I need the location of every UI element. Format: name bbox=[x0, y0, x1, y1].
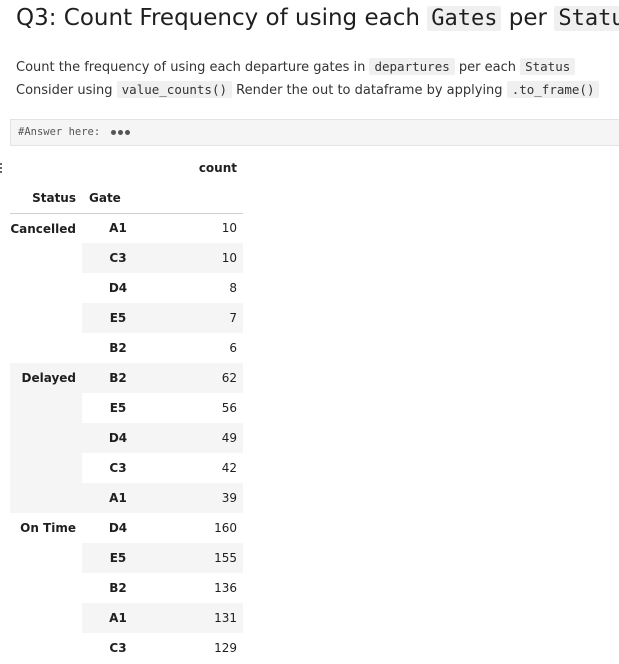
heading-code-status: Status bbox=[554, 6, 619, 31]
inline-code-value-counts: value_counts() bbox=[116, 81, 232, 98]
row-index-gate: E5 bbox=[82, 543, 154, 573]
count-cell: 62 bbox=[154, 363, 243, 393]
row-index-gate: A1 bbox=[82, 483, 154, 513]
heading-text-per: per bbox=[508, 5, 548, 31]
inline-code-departures: departures bbox=[369, 58, 455, 75]
count-cell: 10 bbox=[154, 243, 243, 273]
instruction-line-1: Count the frequency of using each depart… bbox=[16, 57, 576, 78]
row-index-gate: D4 bbox=[82, 423, 154, 453]
table-row: Cancelled A1 10 bbox=[10, 213, 243, 243]
collapsed-more-icon[interactable] bbox=[110, 129, 130, 135]
row-index-gate: A1 bbox=[109, 221, 127, 236]
code-cell-text: #Answer here: bbox=[18, 126, 130, 138]
code-comment: #Answer here: bbox=[18, 126, 101, 138]
row-index-gate: C3 bbox=[82, 243, 154, 273]
row-index-gate: B2 bbox=[109, 341, 127, 355]
count-cell: 6 bbox=[229, 341, 237, 355]
instruction-line-2: Consider using value_counts() Render the… bbox=[16, 80, 600, 101]
instruction-text: Consider using bbox=[16, 83, 113, 98]
blank-header bbox=[154, 183, 243, 214]
table-row: On Time D4 160 bbox=[10, 513, 243, 543]
row-index-gate: D4 bbox=[108, 281, 128, 295]
count-cell: 7 bbox=[154, 303, 243, 333]
heading-code-gates: Gates bbox=[427, 6, 502, 31]
blank-header bbox=[82, 153, 154, 183]
count-cell: 129 bbox=[214, 641, 237, 655]
count-cell: 42 bbox=[221, 461, 237, 475]
question-heading: Q3: Count Frequency of using each Gates … bbox=[16, 2, 619, 35]
count-cell: 49 bbox=[154, 423, 243, 453]
blank-header bbox=[10, 153, 82, 183]
output-dataframe: count Status Gate Cancelled A1 10 C3 10 D4 8 E5… bbox=[10, 153, 243, 663]
code-cell-input[interactable]: #Answer here: bbox=[10, 119, 619, 146]
count-cell: 131 bbox=[154, 603, 243, 633]
column-header-count: count bbox=[198, 161, 237, 175]
heading-text: Q3: Count Frequency of using each bbox=[16, 5, 420, 31]
row-index-gate: A1 bbox=[82, 603, 154, 633]
inline-code-status: Status bbox=[520, 58, 576, 75]
count-cell: 8 bbox=[229, 281, 237, 295]
row-index-gate: B2 bbox=[109, 581, 127, 595]
row-index-gate: E5 bbox=[82, 303, 154, 333]
instruction-text: Render the out to dataframe by applying bbox=[236, 83, 503, 98]
index-names-row: Status Gate bbox=[10, 183, 243, 214]
instruction-text: per each bbox=[458, 60, 516, 75]
table-row: Delayed B2 62 bbox=[10, 363, 243, 513]
instruction-text: Count the frequency of using each depart… bbox=[16, 60, 366, 75]
output-marker-icon bbox=[0, 163, 4, 173]
row-index-gate: C3 bbox=[109, 461, 127, 475]
count-cell: 56 bbox=[221, 401, 237, 415]
column-header-row: count bbox=[10, 153, 243, 183]
row-index-status: On Time bbox=[20, 521, 76, 535]
count-cell: 136 bbox=[214, 581, 237, 595]
index-name-gate: Gate bbox=[82, 183, 154, 214]
row-index-status: Delayed bbox=[10, 363, 82, 513]
row-index-gate: D4 bbox=[108, 521, 128, 535]
index-name-status: Status bbox=[10, 183, 82, 214]
count-cell: 10 bbox=[221, 221, 237, 236]
row-index-gate: B2 bbox=[82, 363, 154, 393]
count-cell: 155 bbox=[154, 543, 243, 573]
dataframe-table: count Status Gate Cancelled A1 10 C3 10 D4 8 E5… bbox=[10, 153, 243, 663]
count-cell: 160 bbox=[214, 521, 237, 535]
row-index-gate: E5 bbox=[109, 401, 127, 415]
count-cell: 39 bbox=[154, 483, 243, 513]
inline-code-to-frame: .to_frame() bbox=[506, 81, 600, 98]
row-index-gate: C3 bbox=[109, 641, 127, 655]
row-index-status: Cancelled bbox=[10, 221, 76, 236]
